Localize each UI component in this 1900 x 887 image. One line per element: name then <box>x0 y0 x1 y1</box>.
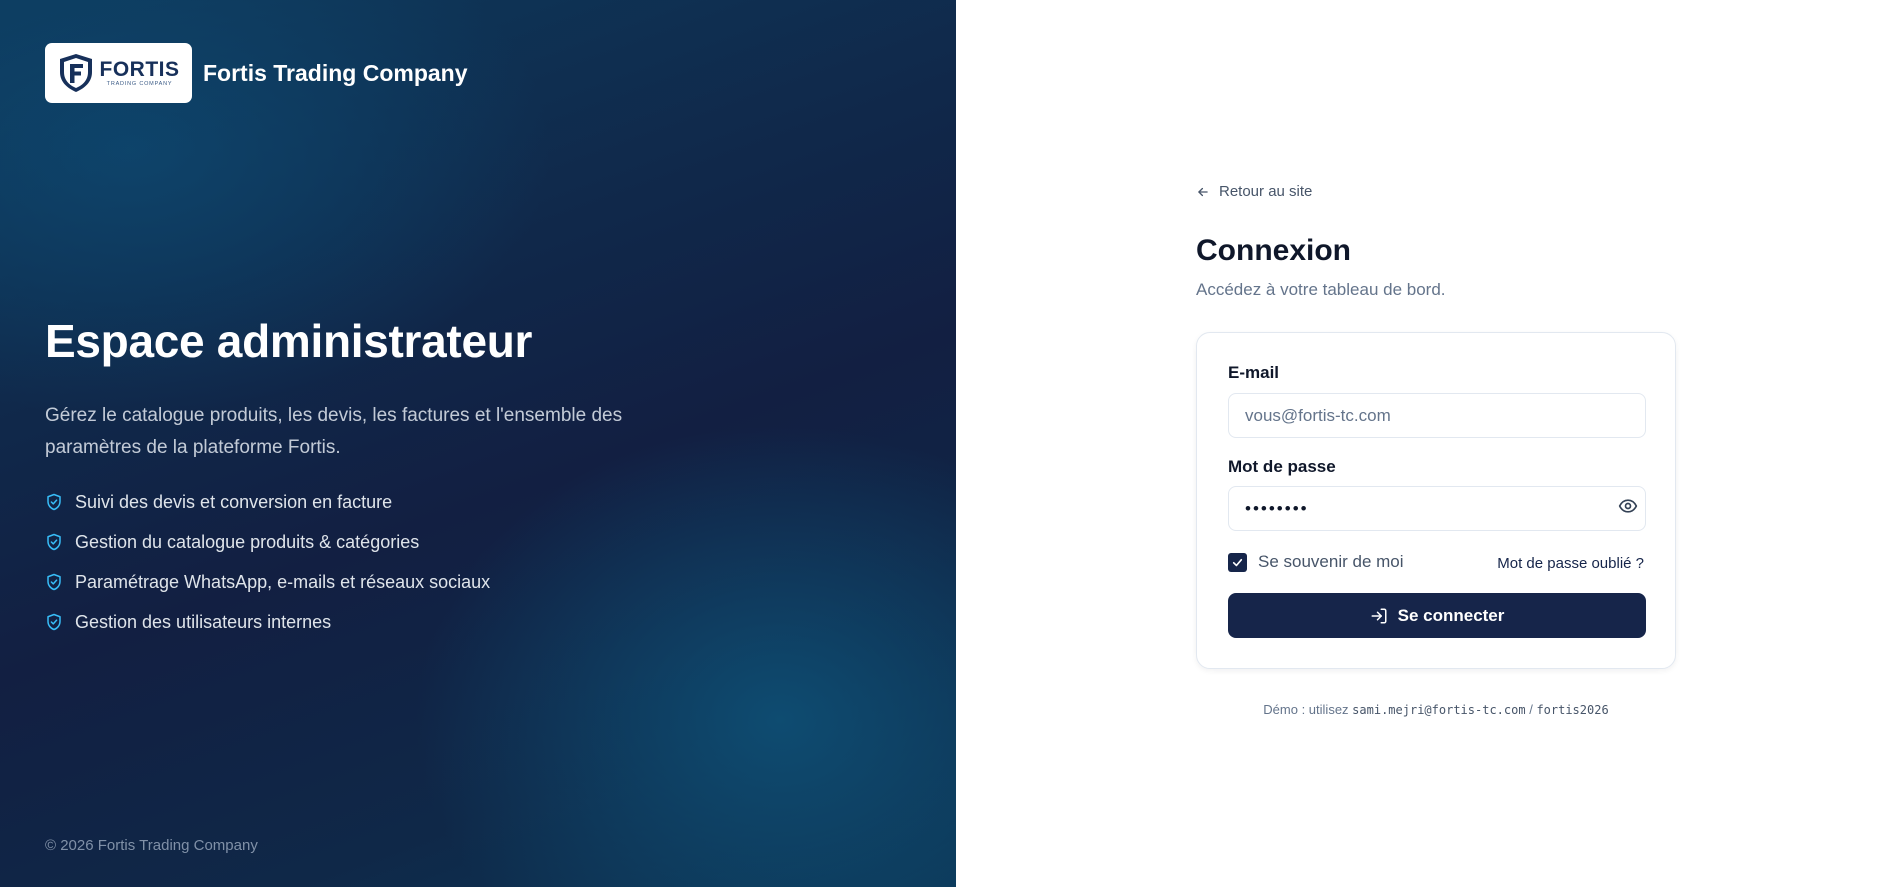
demo-separator: / <box>1529 702 1533 717</box>
brand-name: Fortis Trading Company <box>203 59 468 86</box>
demo-credentials: Démo : utilisez sami.mejri@fortis-tc.com… <box>1196 702 1676 717</box>
eye-icon[interactable] <box>1618 496 1638 516</box>
remember-me-checkbox[interactable] <box>1228 552 1247 572</box>
shield-f-icon <box>59 54 92 92</box>
shield-check-icon <box>47 613 61 631</box>
demo-email: sami.mejri@fortis-tc.com <box>1352 703 1526 717</box>
login-page: FORTIS TRADING COMPANY Fortis Trading Co… <box>0 0 1900 887</box>
feature-list: Suivi des devis et conversion en facture… <box>45 482 665 642</box>
login-panel: Retour au site Connexion Accédez à votre… <box>956 0 1900 887</box>
shield-check-icon <box>47 573 61 591</box>
login-form: E-mail Mot de passe Se souvenir de moi M… <box>1196 332 1676 669</box>
remember-me[interactable]: Se souvenir de moi <box>1228 552 1404 572</box>
password-field[interactable] <box>1228 486 1646 531</box>
logo-text: FORTIS <box>99 57 180 81</box>
back-to-site-label: Retour au site <box>1219 183 1313 200</box>
forgot-password-link[interactable]: Mot de passe oublié ? <box>1497 555 1644 572</box>
brand-header: FORTIS TRADING COMPANY Fortis Trading Co… <box>45 43 468 103</box>
logo-wordmark: FORTIS TRADING COMPANY <box>100 59 180 88</box>
password-label: Mot de passe <box>1228 457 1336 476</box>
back-to-site-link[interactable]: Retour au site <box>1196 183 1312 200</box>
arrow-left-icon <box>1198 187 1208 196</box>
login-button[interactable]: Se connecter <box>1228 593 1646 638</box>
login-title: Connexion <box>1196 234 1351 267</box>
feature-label: Paramétrage WhatsApp, e-mails et réseaux… <box>75 571 491 592</box>
brand-panel: FORTIS TRADING COMPANY Fortis Trading Co… <box>0 0 956 887</box>
shield-check-icon <box>47 533 61 551</box>
feature-item: Paramétrage WhatsApp, e-mails et réseaux… <box>45 562 665 602</box>
copyright-text: © 2026 Fortis Trading Company <box>45 837 258 854</box>
feature-item: Gestion des utilisateurs internes <box>45 602 665 642</box>
demo-prefix: Démo : utilisez <box>1263 702 1349 717</box>
email-field[interactable] <box>1228 393 1646 438</box>
shield-check-icon <box>47 493 61 511</box>
hero-description: Gérez le catalogue produits, les devis, … <box>45 405 623 458</box>
hero-section: Espace administrateur Gérez le catalogue… <box>45 314 665 642</box>
log-in-icon <box>1371 608 1387 623</box>
login-subtitle: Accédez à votre tableau de bord. <box>1196 280 1446 299</box>
check-icon <box>1232 558 1243 566</box>
feature-item: Suivi des devis et conversion en facture <box>45 482 665 522</box>
login-button-label: Se connecter <box>1397 605 1505 625</box>
demo-password: fortis2026 <box>1536 703 1609 717</box>
remember-me-label: Se souvenir de moi <box>1258 552 1404 571</box>
hero-title: Espace administrateur <box>45 315 533 367</box>
email-label: E-mail <box>1228 363 1280 382</box>
feature-item: Gestion du catalogue produits & catégori… <box>45 522 665 562</box>
feature-label: Gestion du catalogue produits & catégori… <box>75 531 420 552</box>
feature-label: Gestion des utilisateurs internes <box>75 611 332 632</box>
brand-logo[interactable]: FORTIS TRADING COMPANY <box>45 43 192 103</box>
logo-tagline: TRADING COMPANY <box>106 80 173 87</box>
feature-label: Suivi des devis et conversion en facture <box>75 491 393 512</box>
